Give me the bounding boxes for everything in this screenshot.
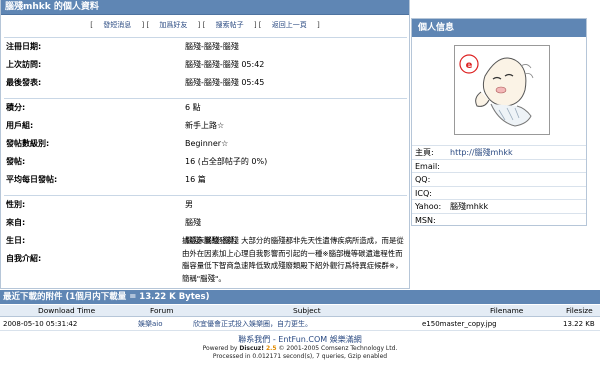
avatar-cartoon-icon: e — [455, 46, 549, 134]
side-row-qq: QQ: — [412, 172, 586, 186]
info-row-credits: 積分: 6 點 — [4, 99, 407, 117]
avatar-area: e — [412, 37, 586, 145]
icq-label: ICQ: — [415, 188, 432, 198]
avg-posts-label: 平均每日發帖: — [6, 175, 58, 184]
avg-posts-value: 16 篇 — [185, 175, 206, 184]
processing-stats: Processed in 0.012171 second(s), 7 queri… — [212, 353, 388, 360]
col-filesize: Filesize — [566, 306, 593, 315]
qq-label: QQ: — [415, 175, 431, 184]
go-back-link[interactable]: 返回上一頁 — [272, 21, 307, 29]
action-links: [ 發短消息 ] [ 加爲好友 ] [ 搜索帖子 ] [ 返回上一頁 ] — [90, 21, 320, 29]
info-row-avg-posts: 平均每日發帖: 16 篇 — [4, 171, 407, 189]
copyright-text: © 2001-2005 Comsenz Technology Ltd. — [278, 345, 398, 352]
birthday-label: 生日: — [6, 236, 26, 245]
svg-text:e: e — [466, 60, 473, 71]
info-row-user-group: 用戶組: 新手上路☆ — [4, 117, 407, 135]
section-stats: 積分: 6 點 用戶組: 新手上路☆ 發帖數級別: Beginner☆ 發帖: … — [4, 98, 407, 189]
yahoo-label: Yahoo: — [415, 202, 442, 211]
location-value: 腦殘 — [185, 218, 201, 227]
col-subject: Subject — [293, 306, 321, 315]
credits-value: 6 點 — [185, 103, 201, 112]
side-row-msn: MSN: — [412, 212, 586, 227]
info-row-post-level: 發帖數級別: Beginner☆ — [4, 135, 407, 153]
side-row-icq: ICQ: — [412, 185, 586, 200]
row-filesize: 13.22 KB — [563, 320, 595, 328]
info-row-gender: 性別: 男 — [4, 196, 407, 214]
intro-text: 據臨床實驗發現，大部分的腦殘都非先天性遺傳疾病所造成，而是從由外在因素加上心理自… — [182, 236, 404, 284]
email-label: Email: — [415, 161, 440, 171]
row-download-time: 2008-05-10 05:31:42 — [3, 320, 78, 328]
col-filename: Filename — [490, 306, 524, 315]
post-level-label: 發帖數級別: — [6, 139, 50, 148]
personal-info-panel: 個人信息 e 主頁: http://腦殘mhkk Email: QQ: ICQ:… — [411, 18, 587, 226]
homepage-link[interactable]: http://腦殘mhkk — [450, 146, 513, 160]
msn-label: MSN: — [415, 215, 436, 225]
info-row-last-visit: 上次訪問: 腦殘-腦殘-腦殘 05:42 — [4, 56, 407, 74]
side-row-homepage: 主頁: http://腦殘mhkk — [412, 145, 586, 159]
discuz-version: 2.5 — [265, 345, 277, 352]
side-row-yahoo: Yahoo: 腦殘mhkk — [412, 199, 586, 213]
row-subject-link[interactable]: 欣宜優會正式投入娛樂圈，自力更生。 — [193, 318, 312, 331]
footer: 聯系我們 - EntFun.COM 娛樂滿網 Powered by Discuz… — [0, 334, 600, 361]
user-group-label: 用戶組: — [6, 121, 34, 130]
posts-value: 16 (占全部帖子的 0%) — [185, 157, 268, 166]
last-visit-value: 腦殘-腦殘-腦殘 05:42 — [185, 60, 265, 69]
avatar: e — [454, 45, 550, 135]
search-posts-link[interactable]: 搜索帖子 — [216, 21, 244, 29]
downloads-title: 最近下載的附件 (1個月内下載量 = 13.22 K Bytes) — [0, 290, 600, 304]
contact-link[interactable]: 聯系我們 — [238, 335, 270, 344]
credits-label: 積分: — [6, 103, 26, 112]
posts-label: 發帖: — [6, 157, 26, 166]
homepage-label: 主頁: — [415, 148, 434, 157]
last-post-value: 腦殘-腦殘-腦殘 05:45 — [185, 78, 265, 87]
powered-by: Powered by Discuz! 2.5 © 2001-2005 Comse… — [0, 345, 600, 353]
footer-links: 聯系我們 - EntFun.COM 娛樂滿網 — [238, 335, 362, 344]
send-message-link[interactable]: 發短消息 — [103, 21, 131, 29]
profile-panel: 腦殘mhkk 的個人資料 [ 發短消息 ] [ 加爲好友 ] [ 搜索帖子 ] … — [0, 0, 410, 289]
row-filename: e150master_copy.jpg — [422, 320, 497, 328]
row-forum-link[interactable]: 娛樂aio — [138, 318, 163, 331]
side-row-email: Email: — [412, 158, 586, 173]
personal-info-title: 個人信息 — [412, 19, 586, 37]
yahoo-value: 腦殘mhkk — [450, 202, 489, 211]
page-title: 腦殘mhkk 的個人資料 — [1, 0, 409, 15]
gender-value: 男 — [185, 200, 193, 209]
post-level-value: Beginner☆ — [185, 139, 229, 148]
table-row: 2008-05-10 05:31:42 娛樂aio 欣宜優會正式投入娛樂圈，自力… — [0, 318, 600, 331]
last-post-label: 最後發表: — [6, 78, 42, 87]
powered-prefix: Powered by — [202, 345, 240, 352]
location-label: 來自: — [6, 218, 26, 227]
downloads-header-row: Download Time Forum Subject Filename Fil… — [0, 305, 600, 317]
registered-label: 注冊日期: — [6, 42, 42, 51]
info-row-registered: 注冊日期: 腦殘-腦殘-腦殘 — [4, 38, 407, 56]
gender-label: 性別: — [6, 200, 26, 209]
col-download-time: Download Time — [38, 306, 96, 315]
info-row-last-post: 最後發表: 腦殘-腦殘-腦殘 05:45 — [4, 74, 407, 92]
info-row-posts: 發帖: 16 (占全部帖子的 0%) — [4, 153, 407, 171]
last-visit-label: 上次訪問: — [6, 60, 42, 69]
info-row-from: 來自: 腦殘 — [4, 214, 407, 232]
user-group-value: 新手上路☆ — [185, 121, 225, 130]
discuz-link[interactable]: Discuz! — [239, 345, 264, 352]
registered-value: 腦殘-腦殘-腦殘 — [185, 42, 239, 51]
col-forum: Forum — [150, 306, 174, 315]
add-friend-link[interactable]: 加爲好友 — [159, 21, 187, 29]
intro-label: 自我介紹: — [6, 254, 42, 263]
section-dates: 注冊日期: 腦殘-腦殘-腦殘 上次訪問: 腦殘-腦殘-腦殘 05:42 最後發表… — [4, 37, 407, 92]
site-link[interactable]: EntFun.COM 娛樂滿網 — [278, 335, 361, 344]
